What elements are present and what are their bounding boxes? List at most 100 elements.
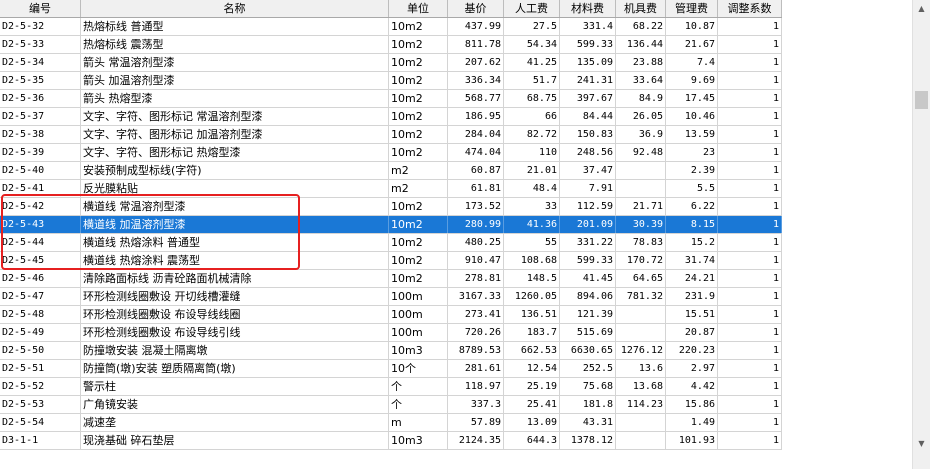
material-cell[interactable]: 150.83 [560,126,616,143]
labor-cell[interactable]: 21.01 [504,162,560,179]
labor-cell[interactable]: 136.51 [504,306,560,323]
management-cell[interactable]: 15.2 [666,234,718,251]
labor-cell[interactable]: 41.25 [504,54,560,71]
code-cell[interactable]: D2-5-54 [0,414,81,431]
name-cell[interactable]: 横道线 加温溶剂型漆 [81,216,389,233]
col-header-unit[interactable]: 单位 [389,0,448,17]
labor-cell[interactable]: 82.72 [504,126,560,143]
name-cell[interactable]: 横道线 热熔涂料 震荡型 [81,252,389,269]
table-row[interactable]: D2-5-51 防撞筒(墩)安装 塑质隔离筒(墩) 10个 281.61 12.54 25… [0,360,782,378]
labor-cell[interactable]: 148.5 [504,270,560,287]
table-row[interactable]: D2-5-42 横道线 常温溶剂型漆 10m2 173.52 33 112.59 21.71… [0,198,782,216]
name-cell[interactable]: 减速垄 [81,414,389,431]
table-row[interactable]: D2-5-38 文字、字符、图形标记 加温溶剂型漆 10m2 284.04 82.72 1… [0,126,782,144]
management-cell[interactable]: 2.39 [666,162,718,179]
labor-cell[interactable]: 41.36 [504,216,560,233]
table-row[interactable]: D2-5-47 环形检测线圈敷设 开切线槽灌缝 100m 3167.33 1260.05… [0,288,782,306]
machine-cell[interactable]: 64.65 [616,270,666,287]
code-cell[interactable]: D2-5-52 [0,378,81,395]
col-header-management[interactable]: 管理费 [666,0,718,17]
machine-cell[interactable] [616,432,666,449]
management-cell[interactable]: 7.4 [666,54,718,71]
management-cell[interactable]: 6.22 [666,198,718,215]
up-arrow-icon[interactable]: ▲ [913,0,930,17]
unit-cell[interactable]: 10m2 [389,54,448,71]
table-row[interactable]: D2-5-34 箭头 常温溶剂型漆 10m2 207.62 41.25 135.09 23.… [0,54,782,72]
base-price-cell[interactable]: 118.97 [448,378,504,395]
unit-cell[interactable]: 10m3 [389,432,448,449]
code-cell[interactable]: D2-5-50 [0,342,81,359]
name-cell[interactable]: 文字、字符、图形标记 常温溶剂型漆 [81,108,389,125]
adjust-coef-cell[interactable]: 1 [718,288,782,305]
machine-cell[interactable]: 26.05 [616,108,666,125]
adjust-coef-cell[interactable]: 1 [718,396,782,413]
base-price-cell[interactable]: 336.34 [448,72,504,89]
machine-cell[interactable] [616,324,666,341]
management-cell[interactable]: 5.5 [666,180,718,197]
labor-cell[interactable]: 54.34 [504,36,560,53]
col-header-labor[interactable]: 人工费 [504,0,560,17]
material-cell[interactable]: 894.06 [560,288,616,305]
adjust-coef-cell[interactable]: 1 [718,306,782,323]
base-price-cell[interactable]: 474.04 [448,144,504,161]
table-row[interactable]: D2-5-36 箭头 热熔型漆 10m2 568.77 68.75 397.67 84.9 1… [0,90,782,108]
unit-cell[interactable]: 10m2 [389,144,448,161]
management-cell[interactable]: 13.59 [666,126,718,143]
material-cell[interactable]: 181.8 [560,396,616,413]
base-price-cell[interactable]: 8789.53 [448,342,504,359]
management-cell[interactable]: 31.74 [666,252,718,269]
base-price-cell[interactable]: 284.04 [448,126,504,143]
adjust-coef-cell[interactable]: 1 [718,270,782,287]
adjust-coef-cell[interactable]: 1 [718,378,782,395]
code-cell[interactable]: D3-1-1 [0,432,81,449]
adjust-coef-cell[interactable]: 1 [718,360,782,377]
unit-cell[interactable]: 100m [389,288,448,305]
base-price-cell[interactable]: 278.81 [448,270,504,287]
code-cell[interactable]: D2-5-36 [0,90,81,107]
machine-cell[interactable]: 78.83 [616,234,666,251]
adjust-coef-cell[interactable]: 1 [718,198,782,215]
name-cell[interactable]: 文字、字符、图形标记 加温溶剂型漆 [81,126,389,143]
material-cell[interactable]: 43.31 [560,414,616,431]
management-cell[interactable]: 4.42 [666,378,718,395]
machine-cell[interactable]: 13.6 [616,360,666,377]
code-cell[interactable]: D2-5-38 [0,126,81,143]
labor-cell[interactable]: 110 [504,144,560,161]
machine-cell[interactable]: 84.9 [616,90,666,107]
table-row[interactable]: D2-5-50 防撞墩安装 混凝土隔离墩 10m3 8789.53 662.53 6630… [0,342,782,360]
base-price-cell[interactable]: 173.52 [448,198,504,215]
material-cell[interactable]: 599.33 [560,36,616,53]
adjust-coef-cell[interactable]: 1 [718,216,782,233]
unit-cell[interactable]: 10m2 [389,108,448,125]
material-cell[interactable]: 37.47 [560,162,616,179]
name-cell[interactable]: 环形检测线圈敷设 布设导线线圈 [81,306,389,323]
machine-cell[interactable]: 21.71 [616,198,666,215]
material-cell[interactable]: 112.59 [560,198,616,215]
management-cell[interactable]: 9.69 [666,72,718,89]
table-row[interactable]: D2-5-44 横道线 热熔涂料 普通型 10m2 480.25 55 331.22 78.… [0,234,782,252]
unit-cell[interactable]: 100m [389,324,448,341]
unit-cell[interactable]: 10m2 [389,270,448,287]
unit-cell[interactable]: m2 [389,162,448,179]
code-cell[interactable]: D2-5-49 [0,324,81,341]
code-cell[interactable]: D2-5-35 [0,72,81,89]
management-cell[interactable]: 23 [666,144,718,161]
management-cell[interactable]: 24.21 [666,270,718,287]
base-price-cell[interactable]: 3167.33 [448,288,504,305]
labor-cell[interactable]: 66 [504,108,560,125]
adjust-coef-cell[interactable]: 1 [718,36,782,53]
unit-cell[interactable]: 10m2 [389,90,448,107]
adjust-coef-cell[interactable]: 1 [718,180,782,197]
labor-cell[interactable]: 25.19 [504,378,560,395]
name-cell[interactable]: 箭头 加温溶剂型漆 [81,72,389,89]
name-cell[interactable]: 防撞筒(墩)安装 塑质隔离筒(墩) [81,360,389,377]
col-header-code[interactable]: 编号 [0,0,81,17]
unit-cell[interactable]: 10m2 [389,234,448,251]
labor-cell[interactable]: 1260.05 [504,288,560,305]
code-cell[interactable]: D2-5-33 [0,36,81,53]
labor-cell[interactable]: 33 [504,198,560,215]
table-row-selected[interactable]: D2-5-43 横道线 加温溶剂型漆 10m2 280.99 41.36 201.09 30… [0,216,782,234]
base-price-cell[interactable]: 437.99 [448,18,504,35]
machine-cell[interactable] [616,180,666,197]
labor-cell[interactable]: 183.7 [504,324,560,341]
